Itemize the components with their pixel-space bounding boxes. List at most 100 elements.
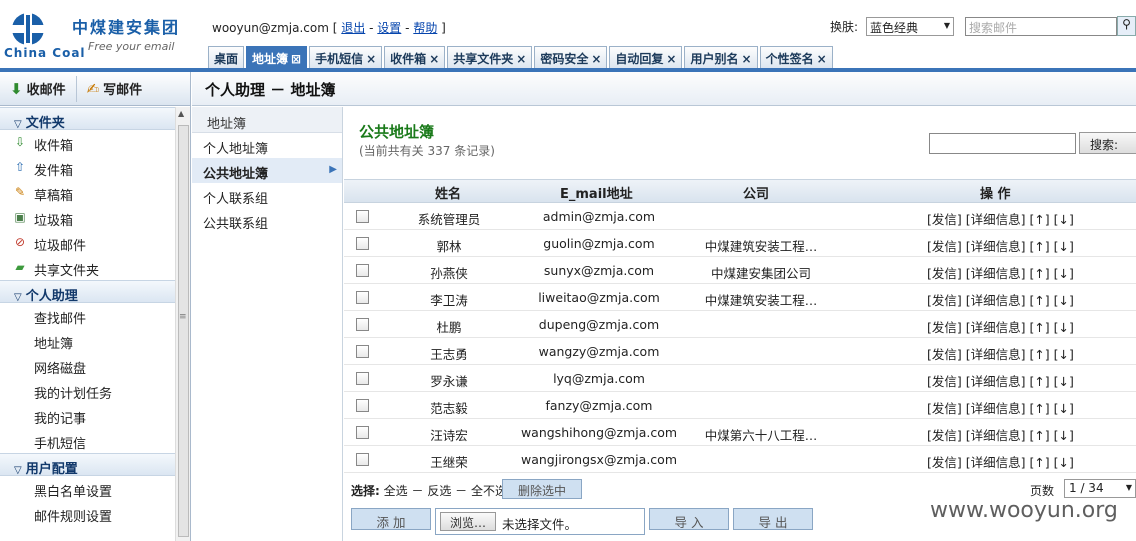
table-row: 系统管理员 admin@zmja.com [发信] [详细信息] [↑] [↓] — [344, 203, 1136, 230]
tab-8[interactable]: 用户别名 × — [684, 46, 758, 68]
add-contact-button[interactable]: 添 加 — [351, 508, 431, 530]
row-checkbox[interactable] — [356, 426, 369, 439]
row-checkbox[interactable] — [356, 210, 369, 223]
compose-mail-button[interactable]: ✍ 写邮件 — [75, 75, 153, 102]
close-icon[interactable]: × — [366, 52, 376, 66]
row-actions[interactable]: [发信] [详细信息] [↑] [↓] — [927, 236, 1074, 255]
receive-mail-button[interactable]: ⬇ 收邮件 — [0, 76, 76, 102]
row-checkbox[interactable] — [356, 318, 369, 331]
sidebar-scrollbar[interactable]: ▲ ≡ — [175, 107, 190, 541]
row-actions[interactable]: [发信] [详细信息] [↑] [↓] — [927, 263, 1074, 282]
contact-company: 中煤建筑安装工程… — [704, 239, 818, 254]
search-icon[interactable]: ⚲ — [1117, 16, 1136, 36]
export-button[interactable]: 导 出 — [733, 508, 813, 530]
contact-email[interactable]: lyq@zmja.com — [504, 371, 694, 386]
tab-1[interactable]: 桌面 — [208, 46, 245, 68]
contact-email[interactable]: liweitao@zmja.com — [504, 290, 694, 305]
row-actions[interactable]: [发信] [详细信息] [↑] [↓] — [927, 425, 1074, 444]
sidebar-item-folder[interactable]: ⇧ 发件箱 — [0, 155, 175, 180]
logout-link[interactable]: 退出 — [341, 21, 365, 35]
addressbook-nav-item[interactable]: 个人联系组 — [192, 183, 342, 208]
addressbook-nav-item[interactable]: 公共地址簿 ▶ — [192, 158, 342, 183]
close-icon[interactable]: × — [742, 52, 752, 66]
row-checkbox[interactable] — [356, 345, 369, 358]
select-invert-link[interactable]: 反选 — [427, 484, 451, 498]
addressbook-nav-item[interactable]: 个人地址簿 — [192, 133, 342, 158]
row-actions[interactable]: [发信] [详细信息] [↑] [↓] — [927, 371, 1074, 390]
row-actions[interactable]: [发信] [详细信息] [↑] [↓] — [927, 452, 1074, 471]
tab-7[interactable]: 自动回复 × — [609, 46, 683, 68]
search-button[interactable]: 搜索: — [1079, 132, 1136, 154]
sidebar-item-assistant[interactable]: 我的计划任务 — [0, 378, 175, 403]
row-checkbox[interactable] — [356, 453, 369, 466]
sidebar-item-assistant[interactable]: 手机短信 — [0, 428, 175, 453]
row-actions[interactable]: [发信] [详细信息] [↑] [↓] — [927, 290, 1074, 309]
file-input[interactable]: 浏览… 未选择文件。 — [435, 508, 645, 535]
sidebar-item-assistant[interactable]: 地址簿 — [0, 328, 175, 353]
tab-4[interactable]: 收件箱 × — [384, 46, 446, 68]
delete-selected-button[interactable]: 删除选中 — [502, 479, 582, 499]
scroll-grip-icon: ≡ — [179, 312, 187, 322]
row-checkbox[interactable] — [356, 237, 369, 250]
sidebar-item-folder[interactable]: ⇩ 收件箱 — [0, 130, 175, 155]
row-actions[interactable]: [发信] [详细信息] [↑] [↓] — [927, 317, 1074, 336]
sidebar-item-folder[interactable]: ⊘ 垃圾邮件 — [0, 230, 175, 255]
assistant-list: 查找邮件 地址簿 网络磁盘 我的计划任务 我的记事 手机短信 — [0, 303, 175, 453]
config-section-header[interactable]: ▽ 用户配置 — [0, 453, 175, 477]
mail-search-input[interactable]: 搜索邮件 — [965, 17, 1117, 36]
addressbook-nav-title: 地址簿 — [192, 107, 342, 133]
bracket-close: ] — [441, 21, 446, 35]
tab-5[interactable]: 共享文件夹 × — [447, 46, 533, 68]
close-icon[interactable]: × — [817, 52, 827, 66]
tab-9[interactable]: 个性签名 × — [759, 46, 833, 68]
sidebar-item-folder[interactable]: ▣ 垃圾箱 — [0, 205, 175, 230]
contact-email[interactable]: wangzy@zmja.com — [504, 344, 694, 359]
close-icon[interactable]: × — [591, 52, 601, 66]
contact-email[interactable]: wangshihong@zmja.com — [504, 425, 694, 440]
row-checkbox[interactable] — [356, 264, 369, 277]
close-icon[interactable]: ⊠ — [291, 52, 301, 66]
row-actions[interactable]: [发信] [详细信息] [↑] [↓] — [927, 398, 1074, 417]
close-icon[interactable]: × — [429, 52, 439, 66]
scrollbar-thumb[interactable] — [178, 125, 189, 537]
tab-6[interactable]: 密码安全 × — [534, 46, 608, 68]
sidebar-item-assistant[interactable]: 我的记事 — [0, 403, 175, 428]
tab-2[interactable]: 地址簿 ⊠ — [246, 46, 308, 68]
close-icon[interactable]: × — [516, 52, 526, 66]
contact-email[interactable]: admin@zmja.com — [504, 209, 694, 224]
import-button[interactable]: 导 入 — [649, 508, 729, 530]
contact-email[interactable]: guolin@zmja.com — [504, 236, 694, 251]
sidebar-item-config[interactable]: 黑白名单设置 — [0, 476, 175, 501]
row-actions[interactable]: [发信] [详细信息] [↑] [↓] — [927, 344, 1074, 363]
contact-company: 中煤第六十八工程… — [704, 428, 818, 443]
sidebar-item-assistant[interactable]: 查找邮件 — [0, 303, 175, 328]
row-checkbox[interactable] — [356, 399, 369, 412]
contact-email[interactable]: sunyx@zmja.com — [504, 263, 694, 278]
close-icon[interactable]: × — [666, 52, 676, 66]
trash-icon: ▣ — [14, 210, 26, 224]
row-checkbox[interactable] — [356, 372, 369, 385]
tab-label: 桌面 — [214, 52, 239, 66]
page-select[interactable]: 1 / 34 ▼ — [1064, 479, 1136, 498]
settings-link[interactable]: 设置 — [377, 21, 401, 35]
addressbook-nav-item[interactable]: 公共联系组 — [192, 208, 342, 233]
folders-section-header[interactable]: ▽ 文件夹 — [0, 107, 175, 131]
contact-email[interactable]: dupeng@zmja.com — [504, 317, 694, 332]
select-all-link[interactable]: 全选 — [384, 484, 408, 498]
sidebar-item-folder[interactable]: ✎ 草稿箱 — [0, 180, 175, 205]
tab-3[interactable]: 手机短信 × — [309, 46, 383, 68]
contact-email[interactable]: fanzy@zmja.com — [504, 398, 694, 413]
contact-search-input[interactable] — [929, 133, 1076, 154]
sidebar-item-assistant[interactable]: 网络磁盘 — [0, 353, 175, 378]
help-link[interactable]: 帮助 — [413, 21, 437, 35]
contact-email[interactable]: wangjirongsx@zmja.com — [504, 452, 694, 467]
scroll-up-icon[interactable]: ▲ — [178, 109, 184, 118]
row-checkbox[interactable] — [356, 291, 369, 304]
skin-select[interactable]: 蓝色经典 ▼ — [866, 17, 954, 36]
sidebar-item-config[interactable]: 邮件规则设置 — [0, 501, 175, 526]
sidebar-item-folder[interactable]: ▰ 共享文件夹 — [0, 255, 175, 280]
row-actions[interactable]: [发信] [详细信息] [↑] [↓] — [927, 209, 1074, 228]
browse-button[interactable]: 浏览… — [440, 512, 496, 531]
brand-name-en: China Coal — [4, 46, 86, 60]
assistant-section-header[interactable]: ▽ 个人助理 — [0, 280, 175, 304]
